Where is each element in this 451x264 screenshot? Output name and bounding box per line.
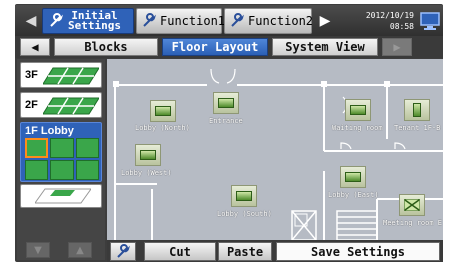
room-label-lobby-north: Lobby (North) — [135, 124, 190, 132]
cut-button[interactable]: Cut — [144, 242, 216, 261]
back-arrow-icon[interactable]: ◀ — [22, 8, 40, 34]
tab-system-view[interactable]: System View — [272, 38, 378, 56]
wrench-icon — [117, 243, 130, 258]
tab-initial-settings-label: Initial Settings — [68, 10, 121, 32]
indoor-unit-icon — [236, 191, 252, 201]
tab-system-view-label: System View — [285, 40, 365, 54]
wrench-icon — [141, 12, 157, 30]
monitor-icon[interactable] — [419, 10, 441, 32]
tab-blocks[interactable]: Blocks — [54, 38, 158, 56]
next-view-button[interactable]: ▶ — [382, 38, 412, 56]
date-text: 2012/10/19 — [365, 11, 414, 20]
tab-floor-layout[interactable]: Floor Layout — [162, 38, 268, 56]
tab-function2-label: Function2 — [248, 14, 314, 28]
tab-function1[interactable]: Function1 — [136, 8, 226, 34]
paste-button-label: Paste — [226, 244, 264, 259]
grid-cell-selected[interactable] — [25, 138, 49, 158]
floor-item-empty[interactable] — [20, 184, 102, 208]
floor-1f-lobby-grid — [25, 138, 99, 180]
unit-tenant-1f-b[interactable] — [404, 99, 430, 121]
floor-empty-thumbnail — [35, 188, 91, 204]
time-text: 08:58 — [389, 22, 414, 31]
unit-meeting-room-e[interactable] — [399, 194, 425, 216]
tools-button[interactable] — [110, 242, 136, 261]
grid-cell[interactable] — [75, 160, 99, 180]
grid-cell[interactable] — [50, 138, 74, 158]
tab-function2[interactable]: Function2 — [224, 8, 314, 34]
unit-lobby-south[interactable] — [231, 185, 257, 207]
scroll-up-button[interactable]: ▲ — [68, 242, 92, 258]
grid-cell[interactable] — [25, 160, 49, 180]
floor-3f-thumbnail — [43, 67, 99, 85]
unit-lobby-north[interactable] — [150, 100, 176, 122]
room-label-lobby-east: Lobby (East) — [328, 191, 379, 199]
floor-3f-label: 3F — [25, 69, 38, 81]
floor-item-2f[interactable]: 2F — [20, 92, 102, 118]
scroll-down-button[interactable]: ▼ — [26, 242, 50, 258]
tab-function1-label: Function1 — [160, 14, 226, 28]
floor-2f-label: 2F — [25, 99, 38, 111]
indoor-unit-icon — [350, 105, 366, 115]
save-settings-button[interactable]: Save Settings — [276, 242, 440, 261]
crossed-unit-icon — [404, 199, 420, 211]
indoor-unit-icon — [345, 172, 361, 182]
indoor-unit-icon — [218, 98, 234, 108]
unit-lobby-east[interactable] — [340, 166, 366, 188]
room-label-lobby-south: Lobby (South) — [217, 210, 272, 218]
forward-arrow-icon[interactable]: ▶ — [316, 8, 334, 34]
indoor-unit-icon — [140, 150, 156, 160]
paste-button[interactable]: Paste — [218, 242, 272, 261]
floor-item-3f[interactable]: 3F — [20, 62, 102, 88]
floor-2f-thumbnail — [43, 97, 99, 115]
floor-plan-area[interactable]: Lobby (North) Entrance Waiting room Tena… — [107, 59, 443, 240]
tab-blocks-label: Blocks — [84, 40, 128, 54]
room-label-entrance: Entrance — [209, 117, 243, 125]
floor-1f-lobby-label: 1F Lobby — [25, 125, 74, 137]
indoor-unit-icon — [413, 103, 421, 117]
room-label-meeting-room-e: Meeting room E — [383, 219, 443, 227]
wrench-icon — [47, 12, 65, 30]
save-settings-label: Save Settings — [311, 244, 405, 259]
cut-button-label: Cut — [169, 244, 191, 259]
room-label-waiting-room: Waiting room — [332, 124, 383, 132]
room-label-lobby-west: Lobby (West) — [121, 169, 172, 177]
indoor-unit-icon — [155, 106, 171, 116]
grid-cell[interactable] — [75, 138, 99, 158]
unit-lobby-west[interactable] — [135, 144, 161, 166]
grid-cell[interactable] — [50, 160, 74, 180]
label-line2: Settings — [68, 19, 121, 32]
room-label-tenant-1f-b: Tenant 1F-B — [394, 124, 441, 132]
floor-item-1f-lobby[interactable]: 1F Lobby — [20, 122, 102, 182]
datetime-display: 2012/10/19 08:58 — [340, 8, 414, 34]
tab-initial-settings[interactable]: Initial Settings — [42, 8, 134, 34]
unit-entrance[interactable] — [213, 92, 239, 114]
tab-floor-layout-label: Floor Layout — [171, 40, 259, 54]
unit-waiting-room[interactable] — [345, 99, 371, 121]
wrench-icon — [229, 12, 245, 30]
prev-view-button[interactable]: ◀ — [20, 38, 50, 56]
